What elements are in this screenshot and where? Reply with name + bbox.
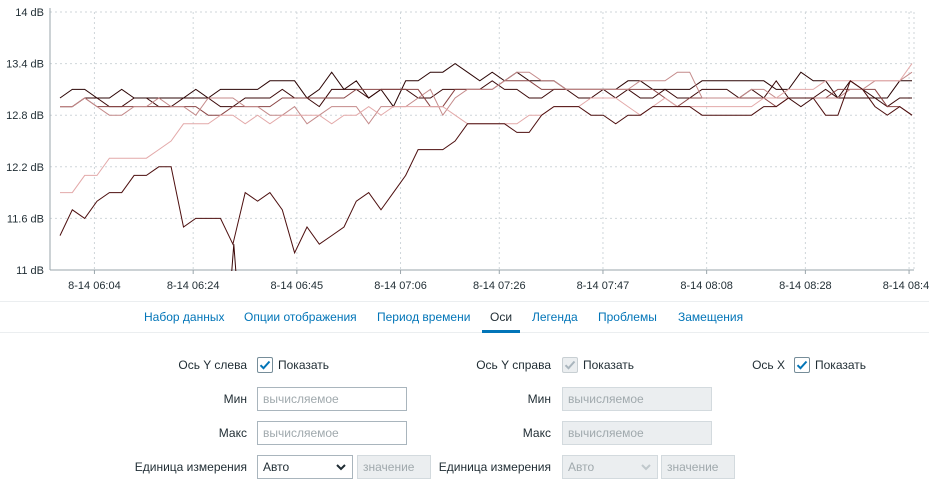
right-units-select[interactable]: Авто [562, 455, 658, 479]
x-axis-show-checkbox[interactable] [794, 357, 810, 373]
left-axis-show-label: Показать [278, 358, 330, 372]
left-axis-heading: Ось Y слева [178, 358, 247, 372]
checkmark-icon [796, 360, 808, 370]
left-units-value: Авто [263, 460, 290, 474]
tab-dataset[interactable]: Набор данных [144, 302, 224, 333]
y-tick-label: 11 dB [16, 265, 44, 277]
graph-svg: 14 dB 13.4 dB 12.8 dB 12.2 dB 11.6 dB 11 dB 8-… [6, 7, 929, 292]
y-tick-label: 11.6 dB [7, 213, 44, 225]
right-axis-show-label: Показать [583, 358, 635, 372]
right-units-value-input[interactable] [661, 455, 735, 479]
y-tick-label: 13.4 dB [6, 59, 44, 71]
checkmark-icon [564, 360, 576, 370]
chevron-down-icon [336, 464, 346, 471]
x-tick-label: 8-14 06:45 [271, 280, 324, 292]
series-line [60, 63, 913, 194]
y-tick-label: 14 dB [15, 7, 44, 19]
chevron-down-icon [641, 464, 651, 471]
tab-legend[interactable]: Легенда [532, 302, 578, 333]
left-units-label: Единица измерения [134, 460, 247, 474]
y-tick-label: 12.2 dB [6, 162, 44, 174]
tab-bar: Набор данных Опции отображения Период вр… [0, 301, 929, 333]
right-max-label: Макс [522, 426, 551, 440]
right-units-label: Единица измерения [438, 460, 551, 474]
right-max-input[interactable] [562, 421, 712, 445]
tab-overrides[interactable]: Замещения [678, 302, 743, 333]
x-tick-label: 8-14 07:26 [473, 280, 526, 292]
right-axis-show-checkbox[interactable] [562, 357, 578, 373]
x-axis-heading: Ось X [752, 358, 785, 372]
tab-problems[interactable]: Проблемы [598, 302, 657, 333]
right-min-input[interactable] [562, 387, 712, 411]
tab-display-options[interactable]: Опции отображения [244, 302, 357, 333]
x-tick-label: 8-14 08:28 [779, 280, 832, 292]
graph-preview: 14 dB 13.4 dB 12.8 dB 12.2 dB 11.6 dB 11 dB 8-… [0, 0, 929, 300]
left-min-label: Мин [223, 392, 247, 406]
checkmark-icon [259, 360, 271, 370]
tab-time-period[interactable]: Период времени [377, 302, 470, 333]
left-units-value-input[interactable] [357, 455, 431, 479]
x-tick-label: 8-14 06:04 [68, 280, 121, 292]
x-tick-label: 8-14 07:06 [374, 280, 427, 292]
x-tick-label: 8-14 06:24 [167, 280, 220, 292]
right-min-label: Мин [527, 392, 551, 406]
x-tick-label: 8-14 08:08 [680, 280, 733, 292]
left-units-select[interactable]: Авто [257, 455, 353, 479]
series-line [60, 79, 912, 108]
x-axis-show-label: Показать [815, 358, 867, 372]
left-axis-show-checkbox[interactable] [257, 357, 273, 373]
right-axis-heading: Ось Y справа [476, 358, 551, 372]
tab-axes[interactable]: Оси [482, 302, 521, 333]
x-tick-label: 8-14 08:49 [883, 280, 929, 292]
y-tick-label: 12.8 dB [6, 110, 44, 122]
left-min-input[interactable] [257, 387, 407, 411]
left-max-label: Макс [218, 426, 247, 440]
left-max-input[interactable] [257, 421, 407, 445]
x-tick-label: 8-14 07:47 [577, 280, 630, 292]
right-units-value: Авто [568, 460, 595, 474]
